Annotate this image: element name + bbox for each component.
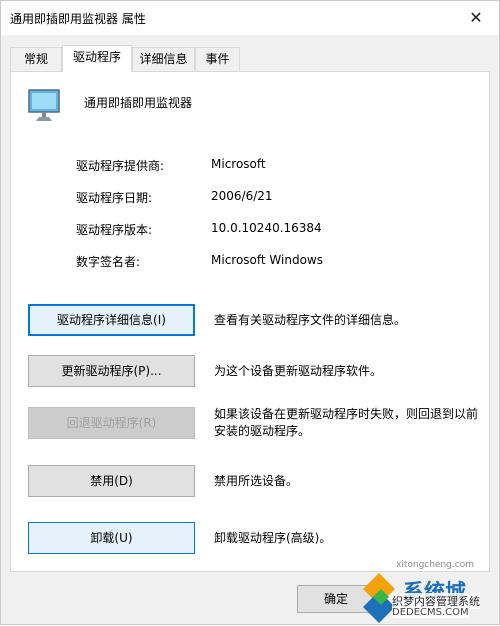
provider-value: Microsoft: [211, 157, 266, 171]
update-driver-button[interactable]: 更新驱动程序(P)...: [28, 355, 195, 387]
close-button[interactable]: ✕: [461, 5, 491, 31]
driver-details-description: 查看有关驱动程序文件的详细信息。: [214, 313, 407, 327]
window-title: 通用即插即用监视器 属性: [10, 12, 146, 26]
tab-driver[interactable]: 驱动程序: [62, 45, 132, 72]
driver-date-value: 2006/6/21: [211, 189, 273, 203]
tab-details[interactable]: 详细信息: [132, 47, 195, 71]
roll-back-driver-button[interactable]: 回退驱动程序(R): [28, 407, 195, 439]
monitor-icon: [28, 89, 60, 121]
driver-details-button[interactable]: 驱动程序详细信息(I): [28, 304, 195, 336]
driver-tab-panel: 通用即插即用监视器 驱动程序提供商: Microsoft 驱动程序日期: 200…: [10, 71, 490, 572]
driver-date-label: 驱动程序日期:: [76, 191, 153, 205]
digital-signer-value: Microsoft Windows: [211, 253, 323, 267]
watermark-domain: DEDECMS.COM: [392, 607, 469, 618]
tab-events[interactable]: 事件: [195, 47, 240, 71]
digital-signer-label: 数字签名者:: [76, 255, 141, 269]
title-bar[interactable]: 通用即插即用监视器 属性 ✕: [1, 1, 499, 35]
driver-version-value: 10.0.10240.16384: [211, 221, 322, 235]
properties-dialog: 通用即插即用监视器 属性 ✕ 常规 驱动程序 详细信息 事件 通用即插即用监视器…: [0, 0, 500, 625]
uninstall-driver-description: 卸载驱动程序(高级)。: [214, 531, 332, 545]
uninstall-driver-button[interactable]: 卸载(U): [28, 522, 195, 554]
driver-version-label: 驱动程序版本:: [76, 223, 153, 237]
update-driver-description: 为这个设备更新驱动程序软件。: [214, 364, 383, 378]
watermark-subtext: xitongcheng.com: [396, 560, 474, 570]
disable-device-button[interactable]: 禁用(D): [28, 465, 195, 497]
roll-back-driver-description: 如果该设备在更新驱动程序时失败，则回退到以前安装的驱动程序。: [214, 407, 479, 438]
provider-label: 驱动程序提供商:: [76, 159, 165, 173]
device-name: 通用即插即用监视器: [84, 96, 193, 110]
tab-general[interactable]: 常规: [10, 47, 62, 71]
disable-device-description: 禁用所选设备。: [214, 474, 299, 488]
